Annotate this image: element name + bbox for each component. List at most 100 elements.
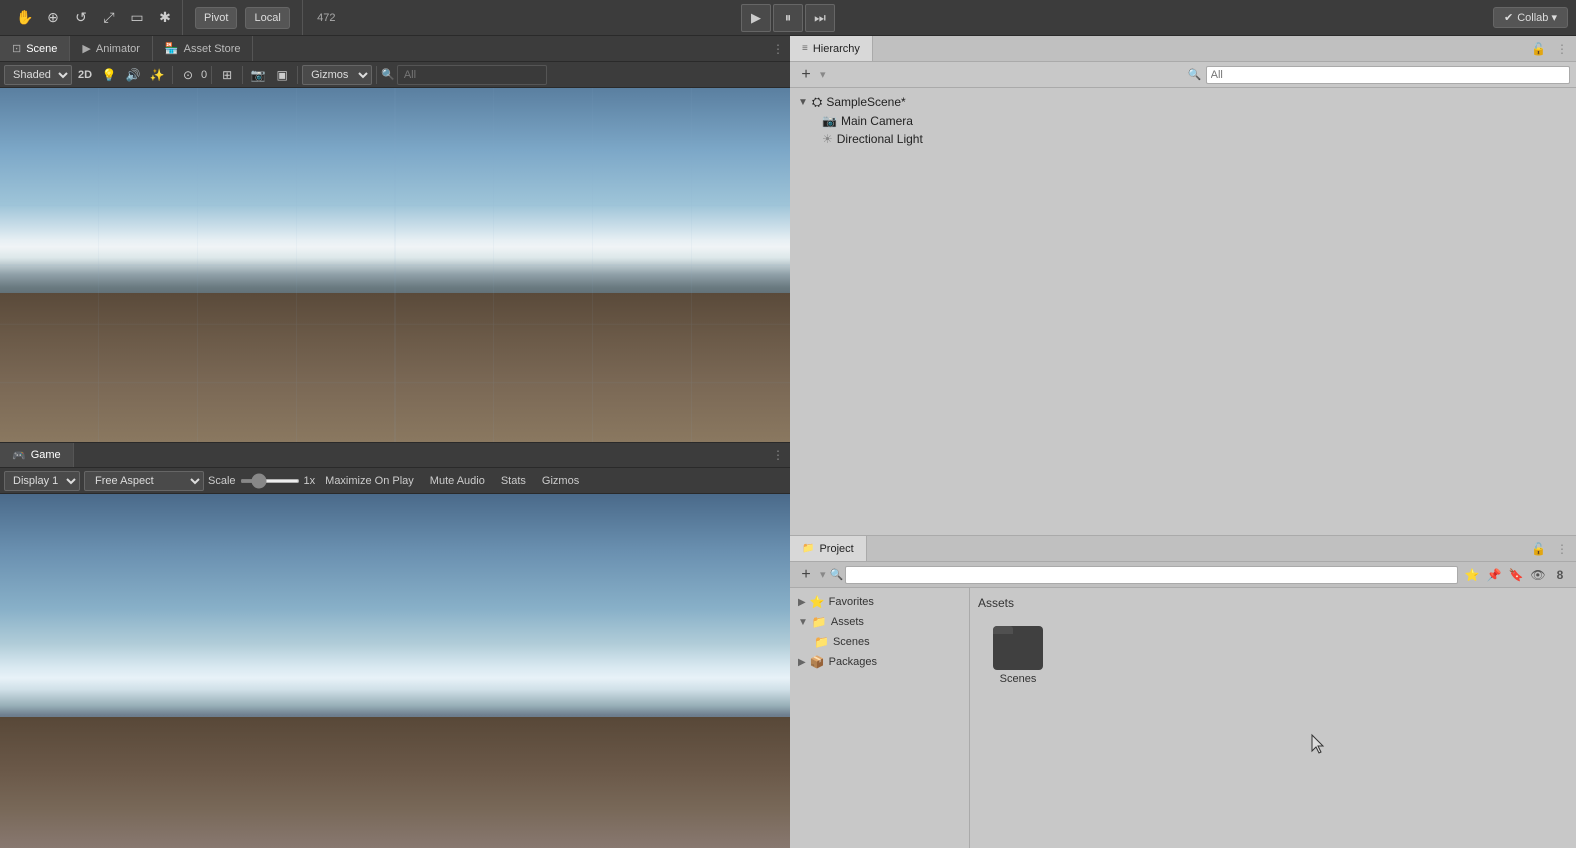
step-button[interactable]: ⏭ <box>805 4 835 32</box>
play-controls: ▶ ⏸ ⏭ <box>741 4 835 32</box>
game-tab-menu-button[interactable]: ⋮ <box>770 443 790 467</box>
scene-background <box>0 88 790 442</box>
game-view <box>0 494 790 848</box>
scene-audio-button[interactable]: 🔊 <box>122 64 144 86</box>
hierarchy-add-button[interactable]: + <box>796 65 816 85</box>
project-lock-button[interactable]: 🔓 <box>1527 542 1550 556</box>
animator-tab-icon: ▶ <box>82 42 90 55</box>
rotate-tool-button[interactable]: ↺ <box>68 5 94 31</box>
project-tree: ▶ ⭐ Favorites ▼ 📁 Assets 📁 Scenes ▶ <box>790 588 970 848</box>
tree-item-favorites[interactable]: ▶ ⭐ Favorites <box>790 592 969 612</box>
tab-project[interactable]: 📁 Project <box>790 536 867 561</box>
display-dropdown[interactable]: Display 1 <box>4 471 80 491</box>
hierarchy-menu-button[interactable]: ⋮ <box>1552 42 1572 56</box>
tree-item-assets[interactable]: ▼ 📁 Assets <box>790 612 969 632</box>
hierarchy-arrow-btn: ▾ <box>820 68 826 81</box>
pivot-button[interactable]: Pivot <box>195 7 237 29</box>
game-tab-label: Game <box>31 449 61 461</box>
scenes-folder-icon: 📁 <box>814 635 829 649</box>
tab-asset-store[interactable]: 🏪 Asset Store <box>153 36 254 61</box>
scene-tab-menu-button[interactable]: ⋮ <box>770 36 790 61</box>
scene-layers-button[interactable]: ⊞ <box>216 64 238 86</box>
version-display: 472 <box>302 0 342 35</box>
game-tab-bar: 🎮 Game ⋮ <box>0 442 790 468</box>
scene-camera-button[interactable]: 📷 <box>247 64 269 86</box>
project-add-button[interactable]: + <box>796 565 816 585</box>
bookmark-view-button[interactable]: 🔖 <box>1506 565 1526 585</box>
2d-button[interactable]: 2D <box>74 64 96 86</box>
play-button[interactable]: ▶ <box>741 4 771 32</box>
rect-tool-button[interactable]: ▭ <box>124 5 150 31</box>
view-icons-group: ⭐ 📌 🔖 👁 8 <box>1462 565 1570 585</box>
tab-animator[interactable]: ▶ Animator <box>70 36 153 61</box>
asset-store-tab-icon: 🏪 <box>165 42 179 55</box>
scale-group: Scale 1x <box>208 475 315 487</box>
aspect-dropdown[interactable]: Free Aspect <box>84 471 204 491</box>
tab-scene[interactable]: ⊡ Scene <box>0 36 70 61</box>
overlay-button[interactable]: ⊙ <box>177 64 199 86</box>
top-toolbar: ✋ ⊕ ↺ ⤢ ▭ ✱ Pivot Local 472 ▶ ⏸ ⏭ ✔ Coll… <box>0 0 1576 36</box>
project-search-group: 🔍 <box>830 566 1458 584</box>
animator-tab-label: Animator <box>96 43 140 55</box>
gizmos-dropdown[interactable]: Gizmos <box>302 65 372 85</box>
project-tab-icon: 📁 <box>802 543 814 554</box>
transform-tools-group: ✋ ⊕ ↺ ⤢ ▭ ✱ <box>8 0 183 35</box>
hierarchy-search-input[interactable] <box>1206 66 1570 84</box>
collab-label: Collab ▾ <box>1517 11 1557 24</box>
shaded-dropdown[interactable]: Shaded <box>4 65 72 85</box>
scale-value: 1x <box>304 475 316 487</box>
tree-item-scenes[interactable]: 📁 Scenes <box>790 632 969 652</box>
scale-label: Scale <box>208 475 236 487</box>
scene-light-button[interactable]: 💡 <box>98 64 120 86</box>
pinned-view-button[interactable]: 📌 <box>1484 565 1504 585</box>
toolbar-separator-4 <box>297 66 298 84</box>
move-tool-button[interactable]: ⊕ <box>40 5 66 31</box>
hand-tool-button[interactable]: ✋ <box>12 5 38 31</box>
visibility-view-button[interactable]: 👁 <box>1528 565 1548 585</box>
hierarchy-item-samplescene[interactable]: ▼ ⛭ SampleScene* <box>790 92 1576 112</box>
game-gizmos-button[interactable]: Gizmos <box>536 471 585 491</box>
pause-button[interactable]: ⏸ <box>773 4 803 32</box>
scene-effects-button[interactable]: ✨ <box>146 64 168 86</box>
scale-slider[interactable] <box>240 479 300 483</box>
hierarchy-item-main-camera[interactable]: 📷 Main Camera <box>790 112 1576 130</box>
toolbar-right: ✔ Collab ▾ <box>1493 7 1568 28</box>
search-icon-hierarchy: 🔍 <box>1188 68 1202 81</box>
favorites-arrow-icon: ▶ <box>798 597 806 608</box>
assets-arrow-icon: ▼ <box>798 617 808 628</box>
hierarchy-content: ▼ ⛭ SampleScene* 📷 Main Camera ☀ Directi… <box>790 88 1576 535</box>
tab-game[interactable]: 🎮 Game <box>0 443 74 467</box>
tree-assets-label: Assets <box>831 616 864 628</box>
hierarchy-panel: ≡ Hierarchy 🔓 ⋮ + ▾ 🔍 ▼ ⛭ <box>790 36 1576 536</box>
game-toolbar: Display 1 Free Aspect Scale 1x Maximize … <box>0 468 790 494</box>
collab-button[interactable]: ✔ Collab ▾ <box>1493 7 1568 28</box>
custom-tool-button[interactable]: ✱ <box>152 5 178 31</box>
overlay-value: 0 <box>201 69 207 81</box>
project-menu-button[interactable]: ⋮ <box>1552 542 1572 556</box>
tree-scenes-label: Scenes <box>833 636 870 648</box>
scale-tool-button[interactable]: ⤢ <box>96 5 122 31</box>
hierarchy-lock-button[interactable]: 🔓 <box>1527 42 1550 56</box>
main-content: ⊡ Scene ▶ Animator 🏪 Asset Store ⋮ Shade… <box>0 36 1576 848</box>
scene-aspect-button[interactable]: ▣ <box>271 64 293 86</box>
asset-item-scenes[interactable]: Scenes <box>982 622 1054 689</box>
project-tab-bar: 📁 Project 🔓 ⋮ <box>790 536 1576 562</box>
stats-button[interactable]: Stats <box>495 471 532 491</box>
toolbar-separator-1 <box>172 66 173 84</box>
favorites-view-button[interactable]: ⭐ <box>1462 565 1482 585</box>
tab-hierarchy[interactable]: ≡ Hierarchy <box>790 36 873 61</box>
local-button[interactable]: Local <box>245 7 289 29</box>
hierarchy-tab-bar: ≡ Hierarchy 🔓 ⋮ <box>790 36 1576 62</box>
left-panel: ⊡ Scene ▶ Animator 🏪 Asset Store ⋮ Shade… <box>0 36 790 848</box>
more-view-button[interactable]: 8 <box>1550 565 1570 585</box>
scene-tab-bar: ⊡ Scene ▶ Animator 🏪 Asset Store ⋮ <box>0 36 790 62</box>
collab-checkmark-icon: ✔ <box>1504 11 1513 24</box>
scene-ground <box>0 293 790 442</box>
scene-sky <box>0 88 790 300</box>
tree-item-packages[interactable]: ▶ 📦 Packages <box>790 652 969 672</box>
scene-search-input[interactable] <box>397 65 547 85</box>
mute-audio-button[interactable]: Mute Audio <box>424 471 491 491</box>
hierarchy-item-directional-light[interactable]: ☀ Directional Light <box>790 130 1576 148</box>
project-search-input[interactable] <box>845 566 1458 584</box>
maximize-on-play-button[interactable]: Maximize On Play <box>319 471 420 491</box>
